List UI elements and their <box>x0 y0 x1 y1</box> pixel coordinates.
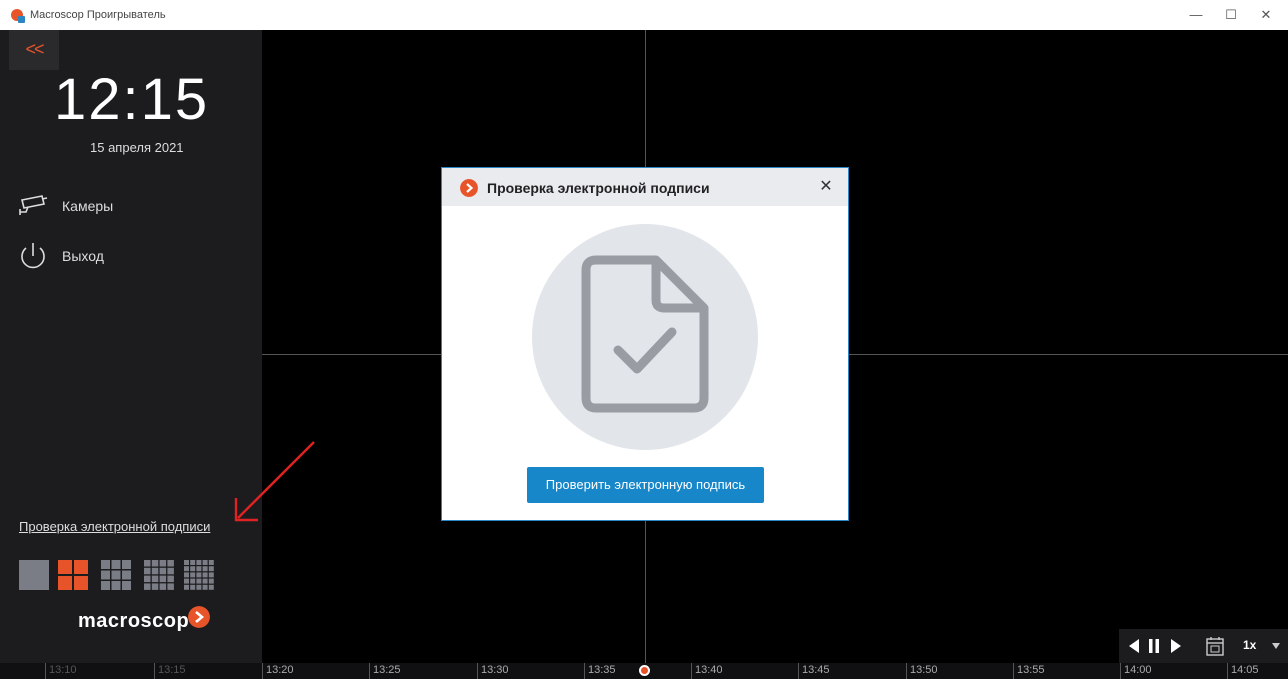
camera-icon <box>19 195 48 215</box>
macroscop-logo: macroscop <box>78 606 210 633</box>
annotation-arrow <box>234 441 315 522</box>
timeline-tick: 13:30 <box>477 663 509 679</box>
close-button[interactable]: ✕ <box>1246 0 1286 30</box>
timeline-tick: 13:25 <box>369 663 401 679</box>
maximize-button[interactable]: ☐ <box>1211 0 1251 30</box>
timeline-tick: 13:10 <box>45 663 77 679</box>
logo-mark-icon <box>188 606 210 628</box>
chevron-down-icon[interactable] <box>1271 642 1281 650</box>
step-back-icon[interactable] <box>1127 638 1141 654</box>
logo-text: macroscop <box>78 610 190 632</box>
clock: 12:15 <box>54 67 210 132</box>
menu-item-cameras-label: Камеры <box>62 198 114 214</box>
timeline-tick: 14:05 <box>1227 663 1259 679</box>
layout-1x1-button[interactable] <box>19 560 49 590</box>
signature-check-link[interactable]: Проверка электронной подписи <box>19 519 210 534</box>
verify-signature-button[interactable]: Проверить электронную подпись <box>527 467 764 503</box>
timeline-tick: 14:00 <box>1120 663 1152 679</box>
dialog-close-button[interactable]: ✕ <box>816 177 836 197</box>
timeline-tick: 13:40 <box>691 663 723 679</box>
calendar-icon[interactable] <box>1206 636 1224 656</box>
timeline-tick: 13:15 <box>154 663 186 679</box>
layout-2x2-button[interactable] <box>58 560 88 590</box>
collapse-sidebar-button[interactable]: << <box>9 30 59 70</box>
date: 15 апреля 2021 <box>90 140 184 155</box>
layout-3x3-button[interactable] <box>101 560 131 590</box>
window-titlebar: Macroscop Проигрыватель — ☐ ✕ <box>0 0 1288 30</box>
timeline-tick: 13:50 <box>906 663 938 679</box>
document-illustration <box>532 224 758 450</box>
timeline-tick: 13:45 <box>798 663 830 679</box>
layout-5x5-button[interactable] <box>184 560 214 590</box>
minimize-button[interactable]: — <box>1176 0 1216 30</box>
power-icon <box>21 243 45 269</box>
layout-4x4-button[interactable] <box>144 560 174 590</box>
app-logo-icon <box>11 9 25 23</box>
play-icon[interactable] <box>1169 638 1183 654</box>
dialog-header: Проверка электронной подписи ✕ <box>442 168 848 206</box>
pause-icon[interactable] <box>1147 638 1161 654</box>
document-check-icon <box>581 255 709 413</box>
timeline-tick: 13:55 <box>1013 663 1045 679</box>
timeline-playhead[interactable] <box>639 665 650 676</box>
speed-selector[interactable]: 1x <box>1243 638 1256 652</box>
playback-controls: 1x <box>1119 629 1288 663</box>
dialog-title: Проверка электронной подписи <box>487 180 710 196</box>
timeline-tick: 13:35 <box>584 663 616 679</box>
dialog-logo-icon <box>460 179 478 197</box>
timeline-tick: 13:20 <box>262 663 294 679</box>
window-title: Macroscop Проигрыватель <box>30 9 166 21</box>
sidebar: << 12:15 15 апреля 2021 Камеры Выход Про… <box>0 30 262 663</box>
menu-item-exit-label: Выход <box>62 248 104 264</box>
signature-check-dialog: Проверка электронной подписи ✕ Проверить… <box>441 167 849 521</box>
